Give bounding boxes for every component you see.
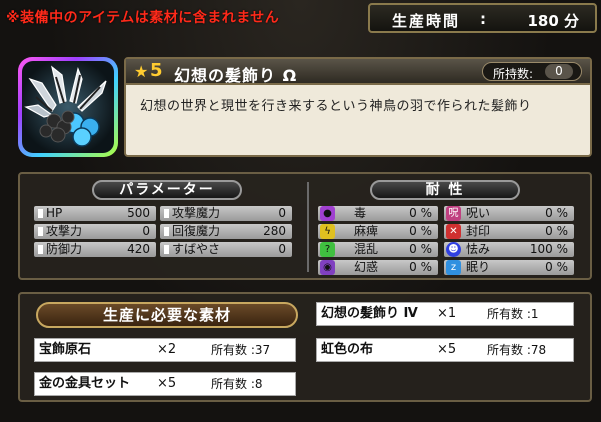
- production-time-label: 生産時間: [392, 12, 461, 30]
- materials-title: 生産に必要な素材: [36, 302, 298, 328]
- production-time-colon: :: [480, 10, 486, 28]
- material-name: 宝飾原石: [39, 342, 92, 357]
- resist-value: 0 %: [409, 224, 432, 238]
- materials-panel: 生産に必要な素材 幻想の髪飾り Ⅳ ×1 所有数 :1 宝飾原石 ×2 所有数 …: [18, 292, 592, 402]
- material-qty: ×5: [437, 342, 457, 357]
- stat-label: HP: [46, 206, 63, 220]
- item-name: 幻想の髪飾り Ω: [174, 66, 298, 85]
- stat-speed: すばやさ 0: [160, 242, 292, 257]
- resist-value: 0 %: [409, 260, 432, 274]
- production-time-panel: 生産時間 : 180 分: [368, 3, 597, 33]
- material-row[interactable]: 宝飾原石 ×2 所有数 :37: [34, 338, 296, 362]
- stat-label: 回復魔力: [172, 224, 221, 238]
- material-qty: ×5: [157, 376, 177, 391]
- material-qty: ×2: [157, 342, 177, 357]
- resist-label: 呪い: [466, 206, 491, 220]
- stat-value: 0: [142, 224, 150, 238]
- equipped-warning: ※装備中のアイテムは素材に含まれません: [6, 10, 280, 26]
- stat-hp: HP 500: [34, 206, 156, 221]
- resist-label: 麻痺: [354, 224, 379, 238]
- stat-attack-magic: 攻撃魔力 0: [160, 206, 292, 221]
- material-owned: 所有数 :37: [211, 343, 271, 357]
- owned-count-label: 所持数:: [493, 67, 534, 81]
- sleep-icon: z: [446, 260, 461, 275]
- stat-label: 攻撃魔力: [172, 206, 221, 220]
- material-name: 虹色の布: [321, 342, 374, 357]
- hair-ornament-icon: [22, 61, 114, 153]
- resist-value: 0 %: [545, 260, 568, 274]
- resist-poison: ● 毒 0 %: [318, 206, 438, 221]
- stat-label: 攻撃力: [46, 224, 83, 238]
- resist-label: 幻惑: [354, 260, 379, 274]
- material-owned: 所有数 :78: [487, 343, 547, 357]
- resist-label: 怯み: [466, 242, 491, 256]
- resist-illusion: ◉ 幻惑 0 %: [318, 260, 438, 275]
- resist-seal: ✕ 封印 0 %: [444, 224, 574, 239]
- illusion-icon: ◉: [320, 260, 335, 275]
- resist-value: 100 %: [529, 242, 568, 256]
- material-name: 金の金具セット: [39, 376, 131, 391]
- confusion-icon: ?: [320, 242, 335, 257]
- stat-label: 防御力: [46, 242, 83, 256]
- stat-value: 500: [127, 206, 150, 220]
- resist-value: 0 %: [545, 206, 568, 220]
- parameters-title: パラメーター: [92, 180, 242, 200]
- material-owned: 所有数 :8: [211, 377, 263, 391]
- resist-label: 眠り: [466, 260, 491, 274]
- resist-value: 0 %: [409, 206, 432, 220]
- resist-value: 0 %: [409, 242, 432, 256]
- resist-confusion: ? 混乱 0 %: [318, 242, 438, 257]
- paralysis-icon: ϟ: [320, 224, 335, 239]
- resist-curse: 呪 呪い 0 %: [444, 206, 574, 221]
- resist-value: 0 %: [545, 224, 568, 238]
- stat-attack: 攻撃力 0: [34, 224, 156, 239]
- poison-icon: ●: [320, 206, 335, 221]
- resist-label: 封印: [466, 224, 491, 238]
- stats-panel: パラメーター 耐 性 HP 500 攻撃力 0 防御力 420 攻撃魔力 0 回…: [18, 172, 592, 280]
- stat-value: 280: [263, 224, 286, 238]
- resist-label: 毒: [354, 206, 367, 220]
- owned-count-box: 所持数: 0: [482, 62, 582, 81]
- production-time-value: 180 分: [527, 12, 579, 30]
- material-name: 幻想の髪飾り Ⅳ: [321, 306, 418, 321]
- material-qty: ×1: [437, 306, 457, 321]
- stat-value: 0: [278, 206, 286, 220]
- material-row[interactable]: 金の金具セット ×5 所有数 :8: [34, 372, 296, 396]
- stat-value: 420: [127, 242, 150, 256]
- resist-sleep: z 眠り 0 %: [444, 260, 574, 275]
- stat-heal-magic: 回復魔力 280: [160, 224, 292, 239]
- flinch-icon: ☻: [446, 242, 461, 257]
- material-row[interactable]: 虹色の布 ×5 所有数 :78: [316, 338, 574, 362]
- stats-divider: [307, 182, 309, 272]
- star-icon: ★: [134, 62, 149, 81]
- material-owned: 所有数 :1: [487, 307, 539, 321]
- item-info-panel: ★ 5 幻想の髪飾り Ω 所持数: 0 幻想の世界と現世を行き来するという神鳥の…: [124, 57, 592, 157]
- resistance-title: 耐 性: [370, 180, 520, 200]
- resist-paralysis: ϟ 麻痺 0 %: [318, 224, 438, 239]
- owned-count-value: 0: [545, 64, 573, 79]
- resist-label: 混乱: [354, 242, 379, 256]
- curse-icon: 呪: [446, 206, 461, 221]
- item-header: ★ 5 幻想の髪飾り Ω 所持数: 0: [126, 59, 590, 85]
- material-row[interactable]: 幻想の髪飾り Ⅳ ×1 所有数 :1: [316, 302, 574, 326]
- stat-label: すばやさ: [172, 242, 221, 256]
- stat-defense: 防御力 420: [34, 242, 156, 257]
- item-rarity: 5: [150, 60, 163, 81]
- seal-icon: ✕: [446, 224, 461, 239]
- item-icon-frame[interactable]: [18, 57, 118, 157]
- resist-flinch: ☻ 怯み 100 %: [444, 242, 574, 257]
- stat-value: 0: [278, 242, 286, 256]
- item-description: 幻想の世界と現世を行き来するという神鳥の羽で作られた髪飾り: [140, 99, 532, 114]
